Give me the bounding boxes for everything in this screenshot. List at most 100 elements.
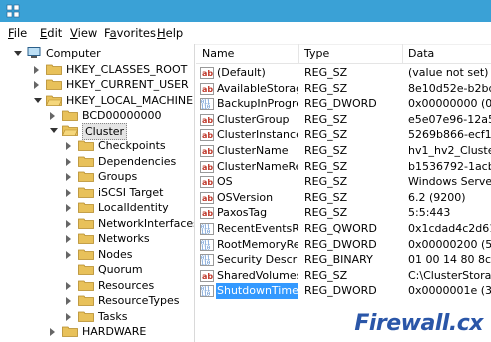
tree-item-networks[interactable]: Networks bbox=[0, 231, 194, 246]
menu-help[interactable]: Help bbox=[157, 26, 183, 40]
value-name: OSVersion bbox=[217, 190, 274, 204]
value-data: 0x0000001e (30) bbox=[408, 284, 491, 298]
value-name: PaxosTag bbox=[217, 206, 268, 220]
collapsed-arrow-icon[interactable] bbox=[66, 235, 71, 243]
value-row[interactable]: 011110RootMemoryRe... REG_DWORD 0x00000200… bbox=[196, 237, 491, 253]
column-header-name[interactable]: Name bbox=[202, 47, 234, 60]
value-row[interactable]: ab SharedVolumes... REG_SZ C:\ClusterStorag… bbox=[196, 268, 491, 284]
collapsed-arrow-icon[interactable] bbox=[34, 66, 39, 74]
value-row[interactable]: ab PaxosTag REG_SZ 5:5:443 bbox=[196, 205, 491, 221]
tree-label: HKEY_CURRENT_USER bbox=[66, 78, 189, 91]
tree-item-checkpoints[interactable]: Checkpoints bbox=[0, 138, 194, 153]
values-list[interactable]: Name Type Data ab (Default) REG_SZ (value n… bbox=[196, 44, 491, 342]
value-row[interactable]: 011110ShutdownTime... REG_DWORD 0x0000001e… bbox=[196, 283, 491, 300]
svg-text:ab: ab bbox=[202, 131, 213, 140]
string-value-icon: ab bbox=[200, 176, 214, 189]
menu-file[interactable]: File bbox=[8, 26, 27, 40]
value-row[interactable]: ab ClusterInstanceID REG_SZ 5269b866-ecf1-4… bbox=[196, 127, 491, 143]
string-value-icon: ab bbox=[200, 160, 214, 173]
menu-favorites[interactable]: Favorites bbox=[104, 26, 156, 40]
column-header-data[interactable]: Data bbox=[408, 47, 434, 60]
string-value-icon: ab bbox=[200, 82, 214, 95]
value-name: ShutdownTime... bbox=[216, 283, 298, 300]
value-row[interactable]: ab ClusterName REG_SZ hv1_hv2_Cluster_F bbox=[196, 143, 491, 159]
collapsed-arrow-icon[interactable] bbox=[66, 204, 71, 212]
collapsed-arrow-icon[interactable] bbox=[66, 142, 71, 150]
collapsed-arrow-icon[interactable] bbox=[50, 112, 55, 120]
collapsed-arrow-icon[interactable] bbox=[34, 81, 39, 89]
value-name: ClusterNameRes... bbox=[217, 159, 298, 173]
value-type: REG_DWORD bbox=[304, 97, 377, 111]
column-header-type[interactable]: Type bbox=[304, 47, 329, 60]
collapsed-arrow-icon[interactable] bbox=[66, 173, 71, 181]
column-divider[interactable] bbox=[402, 44, 403, 63]
value-row[interactable]: ab (Default) REG_SZ (value not set) bbox=[196, 65, 491, 81]
menu-bar: File Edit View Favorites Help bbox=[0, 22, 491, 45]
value-data: 0x00000200 (512) bbox=[408, 237, 491, 251]
tree-label: NetworkInterfaces bbox=[98, 216, 195, 230]
binary-value-icon: 011 110 bbox=[200, 238, 214, 251]
collapsed-arrow-icon[interactable] bbox=[50, 328, 55, 336]
value-row[interactable]: 011110RecentEventsRe... REG_QWORD 0x1cdad4… bbox=[196, 221, 491, 237]
collapsed-arrow-icon[interactable] bbox=[66, 281, 71, 290]
tree-item-computer[interactable]: Computer bbox=[0, 46, 194, 61]
collapsed-arrow-icon[interactable] bbox=[66, 157, 71, 166]
value-row[interactable]: ab OS REG_SZ Windows Server 20 bbox=[196, 174, 491, 190]
tree-item-bcd[interactable]: BCD00000000 bbox=[0, 108, 194, 123]
value-name: SharedVolumes... bbox=[217, 268, 298, 282]
list-header: Name Type Data bbox=[196, 44, 491, 64]
tree-label: BCD00000000 bbox=[82, 109, 162, 122]
tree-item-hkey-classes-root[interactable]: HKEY_CLASSES_ROOT bbox=[0, 62, 194, 77]
value-data: hv1_hv2_Cluster_F bbox=[408, 144, 491, 157]
value-row[interactable]: 011110BackupInProgress REG_DWORD 0x0000000… bbox=[196, 96, 491, 112]
tree-label: Groups bbox=[98, 170, 138, 183]
registry-tree[interactable]: Computer HKEY_CLASSES_ROOT HKEY_CURRENT_US… bbox=[0, 44, 195, 342]
svg-text:ab: ab bbox=[202, 163, 213, 172]
value-row[interactable]: ab ClusterNameRes... REG_SZ b1536792-1acb-4… bbox=[196, 159, 491, 175]
value-row[interactable]: 011110Security Descrip... REG_BINARY 01 00… bbox=[196, 252, 491, 268]
watermark-logo: Firewall.cx bbox=[354, 311, 483, 336]
tree-item-cluster[interactable]: Cluster bbox=[0, 123, 194, 140]
expanded-arrow-icon[interactable] bbox=[34, 98, 42, 103]
value-data: b1536792-1acb-4f1 bbox=[408, 159, 491, 173]
value-data: e5e07e96-12a5-4d2 bbox=[408, 112, 491, 126]
value-name: ClusterName bbox=[217, 144, 289, 157]
column-divider[interactable] bbox=[298, 44, 299, 63]
tree-item-iscsi-target[interactable]: iSCSI Target bbox=[0, 185, 194, 200]
tree-item-nodes[interactable]: Nodes bbox=[0, 247, 194, 262]
expanded-arrow-icon[interactable] bbox=[50, 128, 58, 133]
tree-item-dependencies[interactable]: Dependencies bbox=[0, 154, 194, 169]
svg-text:ab: ab bbox=[202, 116, 213, 125]
expanded-arrow-icon[interactable] bbox=[14, 51, 22, 56]
tree-item-networkinterfaces[interactable]: NetworkInterfaces bbox=[0, 216, 194, 231]
tree-item-groups[interactable]: Groups bbox=[0, 169, 194, 184]
computer-icon bbox=[26, 47, 42, 59]
value-name: AvailableStorage bbox=[217, 81, 298, 95]
collapsed-arrow-icon[interactable] bbox=[66, 297, 71, 305]
tree-item-hkey-local-machine[interactable]: HKEY_LOCAL_MACHINE bbox=[0, 93, 194, 108]
tree-item-tasks[interactable]: Tasks bbox=[0, 309, 194, 324]
tree-item-hardware[interactable]: HARDWARE bbox=[0, 324, 194, 339]
value-type: REG_SZ bbox=[304, 175, 348, 189]
menu-view[interactable]: View bbox=[70, 26, 97, 40]
collapsed-arrow-icon[interactable] bbox=[66, 188, 71, 197]
collapsed-arrow-icon[interactable] bbox=[66, 312, 71, 321]
tree-item-resources[interactable]: Resources bbox=[0, 278, 194, 293]
folder-icon bbox=[78, 155, 94, 167]
svg-text:110: 110 bbox=[201, 292, 210, 298]
tree-item-hkey-current-user[interactable]: HKEY_CURRENT_USER bbox=[0, 77, 194, 92]
value-row[interactable]: ab OSVersion REG_SZ 6.2 (9200) bbox=[196, 190, 491, 206]
value-data: 0x1cdad4c2d6163c bbox=[408, 222, 491, 235]
tree-item-resourcetypes[interactable]: ResourceTypes bbox=[0, 293, 194, 308]
value-data: 0x00000000 (0) bbox=[408, 97, 491, 111]
menu-edit[interactable]: Edit bbox=[40, 26, 62, 40]
value-name: ClusterInstanceID bbox=[217, 128, 298, 142]
collapsed-arrow-icon[interactable] bbox=[66, 219, 71, 228]
tree-item-quorum[interactable]: Quorum bbox=[0, 262, 194, 277]
value-type: REG_BINARY bbox=[304, 253, 373, 267]
value-row[interactable]: ab ClusterGroup REG_SZ e5e07e96-12a5-4d2 bbox=[196, 112, 491, 128]
value-row[interactable]: ab AvailableStorage REG_SZ 8e10d52e-b2bd-4b bbox=[196, 81, 491, 97]
collapsed-arrow-icon[interactable] bbox=[66, 250, 71, 259]
tree-item-localidentity[interactable]: LocalIdentity bbox=[0, 200, 194, 215]
folder-icon bbox=[78, 263, 94, 275]
